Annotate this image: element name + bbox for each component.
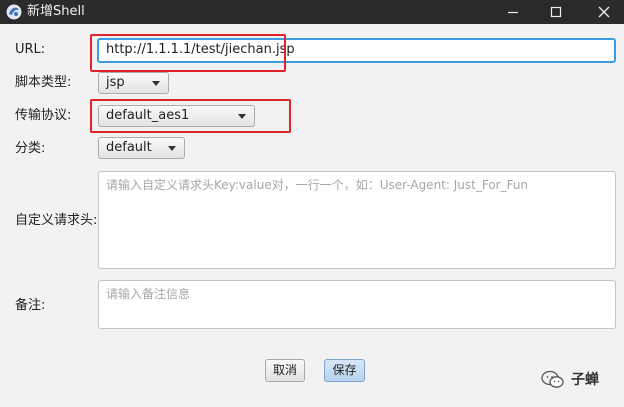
wechat-icon [541,370,565,390]
close-icon[interactable] [594,2,614,22]
notes-textarea[interactable]: 请输入备注信息 [98,280,616,329]
url-highlight-box [90,34,286,72]
save-button[interactable]: 保存 [324,359,365,382]
headers-textarea[interactable]: 请输入自定义请求头Key:value对，一行一个，如：User-Agent: J… [98,171,616,269]
category-label: 分类: [15,141,46,156]
watermark-text: 子蝉 [571,372,599,388]
dialog-body: URL: http://1.1.1.1/test/jiechan.jsp 脚本类… [0,24,624,407]
headers-label: 自定义请求头: [15,213,98,228]
protocol-label: 传输协议: [15,108,72,123]
url-label: URL: [15,42,46,57]
script-type-label: 脚本类型: [15,75,72,90]
chevron-down-icon [168,146,176,151]
title-bar: 新增Shell [0,0,624,24]
script-type-select[interactable]: jsp [98,72,169,94]
cancel-button[interactable]: 取消 [265,359,305,382]
chevron-down-icon [152,81,160,86]
window-title: 新增Shell [27,4,85,19]
notes-label: 备注: [15,298,46,313]
script-type-value: jsp [106,75,125,90]
category-select[interactable]: default [98,137,185,159]
maximize-icon[interactable] [546,2,566,22]
minimize-icon[interactable] [503,2,523,22]
category-value: default [106,140,152,155]
app-logo-icon [6,4,22,20]
protocol-highlight-box [90,99,291,133]
